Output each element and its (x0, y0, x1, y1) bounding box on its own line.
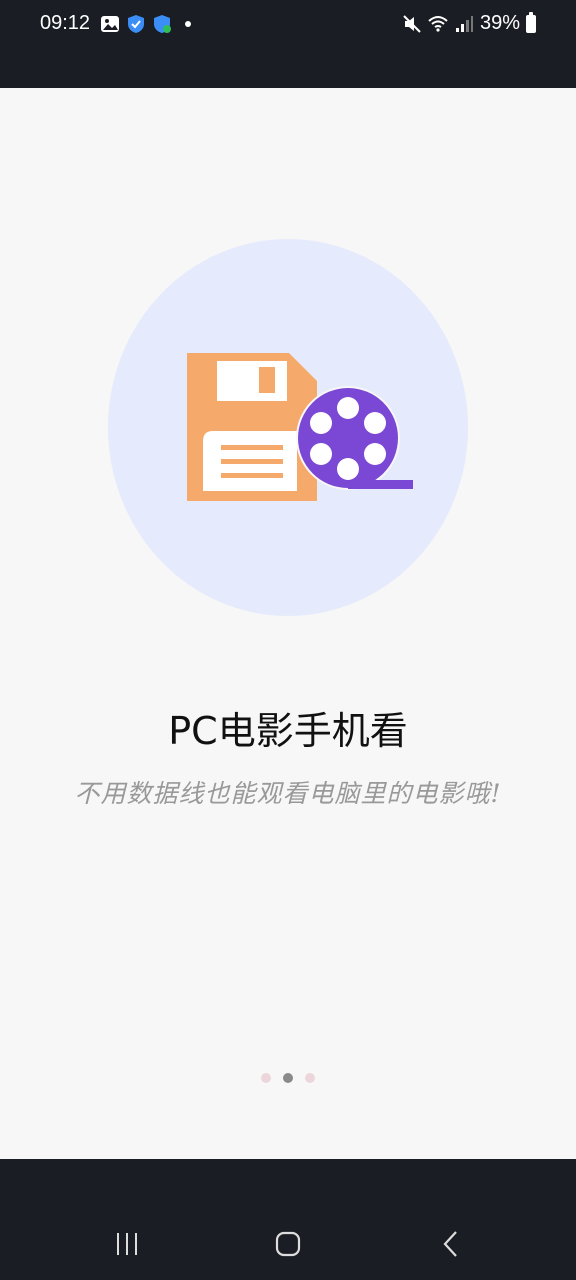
battery-percent: 39% (479, 12, 520, 34)
status-icons-right: 39% (402, 11, 536, 35)
page-indicator (0, 1073, 576, 1083)
floppy-film-illustration (187, 353, 413, 501)
image-icon (101, 16, 119, 32)
signal-icon (455, 15, 473, 32)
battery-icon (526, 11, 536, 33)
page-dot-1[interactable] (261, 1073, 271, 1083)
status-icons-left (100, 14, 198, 34)
onboarding-title: PC电影手机看 (168, 709, 408, 753)
home-button[interactable] (268, 1229, 308, 1259)
page-dot-2-active[interactable] (283, 1073, 293, 1083)
back-button[interactable] (430, 1229, 470, 1259)
status-bar: 09:12 39% (0, 0, 576, 88)
recent-apps-button[interactable] (108, 1229, 148, 1259)
dot-icon (185, 21, 191, 27)
status-time: 09:12 (40, 12, 91, 34)
mute-icon (403, 14, 421, 33)
system-nav-bar (0, 1159, 576, 1280)
onboarding-subtitle: 不用数据线也能观看电脑里的电影哦! (74, 779, 502, 808)
page-dot-3[interactable] (305, 1073, 315, 1083)
film-reel-icon (296, 386, 413, 490)
onboarding-page[interactable]: PC电影手机看 不用数据线也能观看电脑里的电影哦! (0, 88, 576, 1159)
shield-icon (128, 15, 144, 33)
wifi-icon (428, 15, 448, 32)
shield-check-icon (154, 15, 171, 33)
